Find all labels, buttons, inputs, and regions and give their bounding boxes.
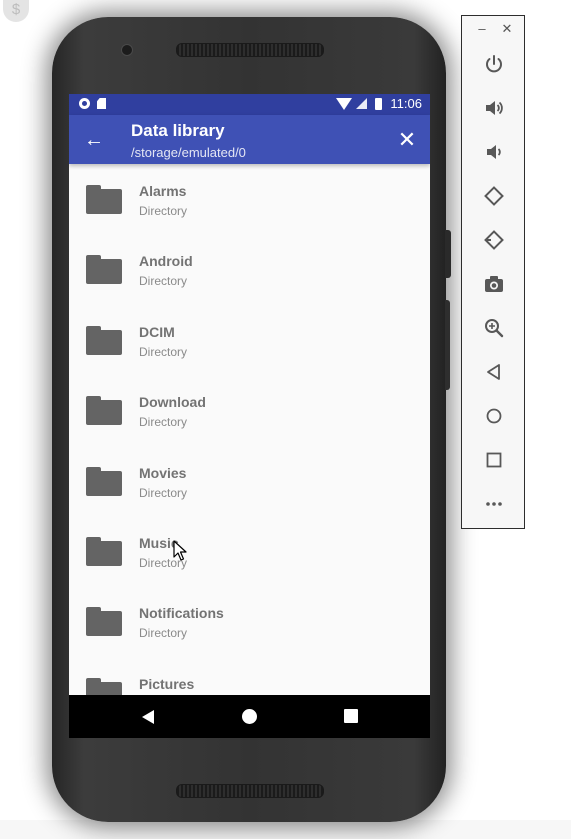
list-item[interactable]: Alarms Directory xyxy=(69,164,430,234)
list-item[interactable]: Android Directory xyxy=(69,234,430,304)
cell-signal-icon xyxy=(356,98,368,109)
status-bar: 11:06 xyxy=(69,94,430,115)
folder-icon xyxy=(86,466,122,496)
wifi-icon xyxy=(336,97,353,110)
item-name: DCIM xyxy=(139,323,175,340)
sd-card-icon xyxy=(97,98,106,109)
bottom-shadow xyxy=(0,820,571,839)
folder-icon xyxy=(86,325,122,355)
corner-badge: $ xyxy=(3,0,29,22)
bottom-speaker xyxy=(176,784,324,798)
volume-up-icon[interactable] xyxy=(483,97,505,119)
nav-recents-icon[interactable] xyxy=(344,709,358,723)
phone-volume-key xyxy=(445,300,450,390)
top-speaker xyxy=(176,43,324,57)
nav-back-icon[interactable] xyxy=(142,710,154,724)
zoom-icon[interactable] xyxy=(483,317,505,339)
volume-down-icon[interactable] xyxy=(483,141,505,163)
item-type: Directory xyxy=(139,204,188,218)
app-bar: ← Data library /storage/emulated/0 ✕ xyxy=(69,115,430,164)
item-name: Movies xyxy=(139,464,187,481)
folder-icon xyxy=(86,536,122,566)
list-item[interactable]: Movies Directory xyxy=(69,446,430,516)
item-name: Pictures xyxy=(139,675,195,692)
list-item[interactable]: Music Directory xyxy=(69,516,430,586)
home-icon[interactable] xyxy=(483,405,505,427)
item-type: Directory xyxy=(139,344,188,359)
phone-screen: 11:06 ← Data library /storage/emulated/0… xyxy=(69,94,430,738)
notification-dot-icon xyxy=(79,98,90,109)
directory-list: Alarms Directory Android Directory DCIM … xyxy=(69,164,430,727)
list-item[interactable]: DCIM Directory xyxy=(69,305,430,375)
item-name: Alarms xyxy=(139,183,187,199)
item-type: Directory xyxy=(139,415,188,430)
item-name: Download xyxy=(139,394,206,411)
item-type: Directory xyxy=(139,626,188,641)
item-type: Directory xyxy=(139,485,188,500)
mouse-cursor-icon xyxy=(173,540,187,561)
page-title: Data library xyxy=(131,121,225,140)
back-icon[interactable] xyxy=(483,361,505,383)
battery-icon xyxy=(375,97,383,110)
phone-power-key xyxy=(445,230,451,278)
close-icon[interactable]: ✕ xyxy=(394,127,420,153)
minimize-button[interactable]: – xyxy=(476,21,488,36)
toolbar-close-button[interactable]: ✕ xyxy=(501,21,513,37)
item-type: Directory xyxy=(139,274,188,289)
status-time: 11:06 xyxy=(390,96,422,111)
folder-icon xyxy=(86,396,122,426)
item-name: Android xyxy=(139,253,193,270)
overview-icon[interactable] xyxy=(483,449,505,471)
folder-icon xyxy=(86,185,122,214)
list-item[interactable]: Download Directory xyxy=(69,375,430,445)
rotate-right-icon[interactable] xyxy=(483,229,505,251)
power-icon[interactable] xyxy=(483,53,505,75)
list-item[interactable]: Notifications Directory xyxy=(69,586,430,656)
folder-icon xyxy=(86,255,122,285)
folder-icon xyxy=(86,607,122,637)
emulator-toolbar: – ✕ xyxy=(461,15,525,529)
navigation-bar xyxy=(69,695,430,738)
front-camera xyxy=(121,44,133,56)
nav-home-icon[interactable] xyxy=(242,709,257,724)
camera-icon[interactable] xyxy=(483,273,505,295)
back-arrow-icon[interactable]: ← xyxy=(81,127,107,153)
current-path: /storage/emulated/0 xyxy=(131,145,246,160)
more-icon[interactable] xyxy=(483,493,505,515)
item-name: Notifications xyxy=(139,605,224,622)
rotate-left-icon[interactable] xyxy=(483,185,505,207)
